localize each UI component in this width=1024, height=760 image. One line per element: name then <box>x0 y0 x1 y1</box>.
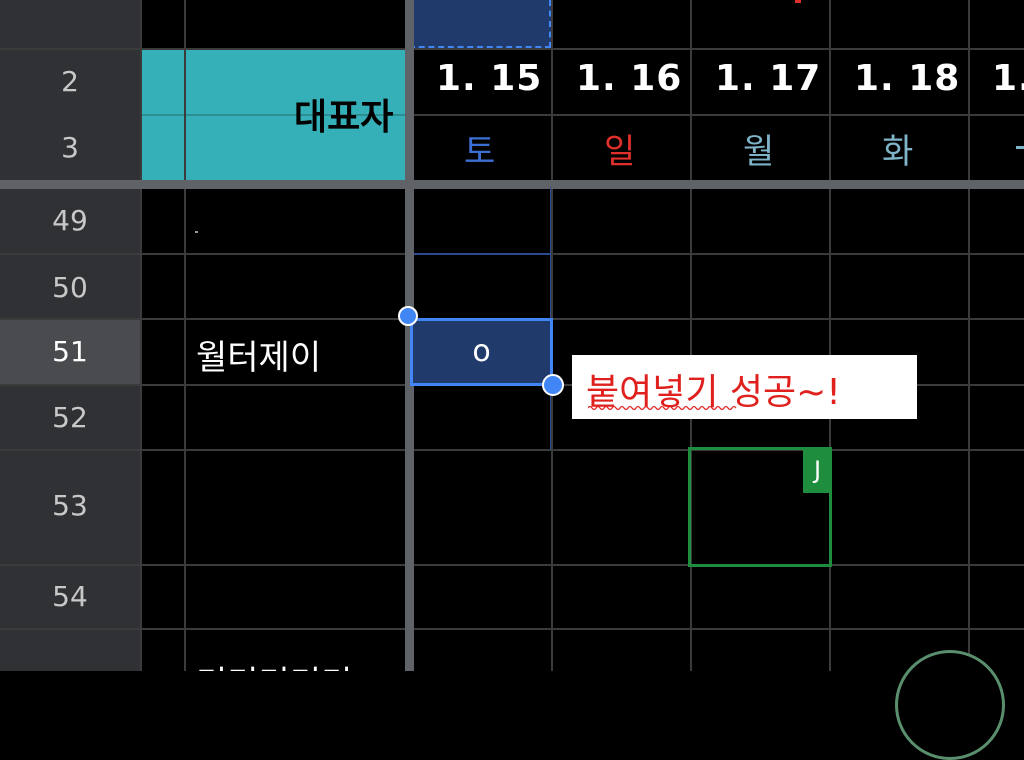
selection-handle-bottom-right[interactable] <box>542 374 564 396</box>
date-header[interactable]: 1. 15 <box>436 58 542 99</box>
name-cell[interactable]: 월터제이 <box>196 330 321 379</box>
weekday[interactable]: 월 <box>743 124 774 173</box>
row-number[interactable]: 50 <box>0 255 140 318</box>
selected-cell[interactable]: o <box>410 318 553 386</box>
row-number[interactable]: 3 <box>0 116 140 180</box>
grid-line <box>140 0 142 671</box>
weekday-partial <box>1016 146 1024 149</box>
grid-line <box>690 0 692 671</box>
date-header[interactable]: 1. 18 <box>854 58 960 99</box>
name-cell[interactable]: 미미미미미 <box>196 656 352 671</box>
red-mark <box>795 0 801 3</box>
header-label: 대표자 <box>294 97 394 138</box>
floating-action-button[interactable] <box>895 650 1005 760</box>
row-number[interactable]: 49 <box>0 189 140 253</box>
row-number[interactable]: 2 <box>0 50 140 114</box>
row-number[interactable]: 53 <box>0 451 140 564</box>
selected-cell-above[interactable] <box>409 0 551 48</box>
grid-line <box>829 0 831 671</box>
row-number[interactable]: 52 <box>0 386 140 449</box>
date-header[interactable]: 1. 16 <box>576 58 682 99</box>
row-number-active[interactable]: 51 <box>0 320 140 384</box>
grid-line <box>0 628 1024 630</box>
weekday-sunday[interactable]: 일 <box>604 124 635 173</box>
grid-line <box>0 564 1024 566</box>
grid-line <box>0 48 1024 50</box>
collaborator-badge: J <box>803 447 832 493</box>
date-header-clip: 1. <box>970 50 1024 114</box>
spellcheck-underline <box>588 405 737 411</box>
row-number[interactable]: 54 <box>0 566 140 628</box>
weekday-saturday[interactable]: 토 <box>464 124 495 173</box>
selection-handle-top-left[interactable] <box>398 306 418 326</box>
date-header[interactable]: 1. <box>992 58 1024 99</box>
header-label-cell[interactable]: 대표자 <box>186 50 406 180</box>
name-cell-partial-clip: 미미미미미 <box>186 630 406 671</box>
grid-line <box>414 114 1024 116</box>
weekday[interactable]: 화 <box>882 124 913 173</box>
paste-success-tooltip: 붙여넣기 성공~! <box>572 355 917 419</box>
selection-range-line <box>414 253 551 255</box>
cell-dot <box>195 231 198 233</box>
date-header[interactable]: 1. 17 <box>715 58 821 99</box>
